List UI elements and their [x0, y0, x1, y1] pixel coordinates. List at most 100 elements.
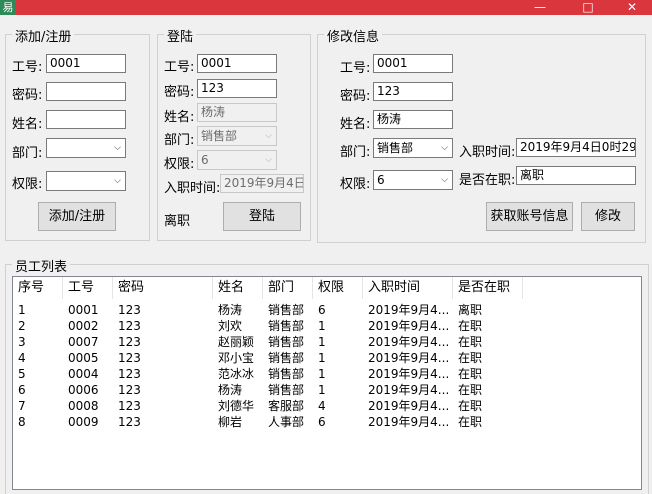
- table-cell: 柳岩: [218, 415, 243, 429]
- table-cell: 123: [118, 383, 141, 397]
- table-cell: 刘德华: [218, 399, 255, 413]
- register-perm-select[interactable]: ⌵: [46, 171, 126, 191]
- maximize-button[interactable]: □: [568, 0, 608, 15]
- table-cell: 刘欢: [218, 319, 243, 333]
- table-cell: 在职: [458, 351, 483, 365]
- login-status-text: 离职: [164, 214, 191, 229]
- table-cell: 0009: [68, 415, 99, 429]
- table-row[interactable]: 2 0002 123 刘欢 销售部 1 2019年9月4... 在职: [13, 318, 533, 334]
- register-name-label: 姓名:: [12, 117, 43, 132]
- modify-password-label: 密码:: [340, 89, 371, 104]
- chevron-down-icon: ⌵: [114, 176, 121, 186]
- login-password-input[interactable]: 123: [197, 79, 277, 98]
- chevron-down-icon: ⌵: [265, 131, 272, 141]
- table-cell: 在职: [458, 415, 483, 429]
- table-row[interactable]: 1 0001 123 杨涛 销售部 6 2019年9月4... 离职: [13, 302, 533, 318]
- table-cell: 0007: [68, 335, 99, 349]
- register-password-input[interactable]: [46, 82, 126, 101]
- register-id-input[interactable]: 0001: [46, 54, 126, 73]
- table-cell: 2019年9月4...: [368, 399, 450, 413]
- table-cell: 123: [118, 415, 141, 429]
- table-cell: 6: [318, 415, 326, 429]
- column-header-dept[interactable]: 部门: [263, 277, 313, 299]
- table-cell: 在职: [458, 367, 483, 381]
- table-cell: 4: [18, 351, 26, 365]
- modify-dept-value: 销售部: [377, 141, 414, 155]
- table-cell: 6: [318, 303, 326, 317]
- table-cell: 2019年9月4...: [368, 351, 450, 365]
- table-cell: 2019年9月4...: [368, 303, 450, 317]
- column-header-id[interactable]: 工号: [63, 277, 113, 299]
- table-row[interactable]: 6 0006 123 杨涛 销售部 1 2019年9月4... 在职: [13, 382, 533, 398]
- table-row[interactable]: 8 0009 123 柳岩 人事部 6 2019年9月4... 在职: [13, 414, 533, 430]
- table-cell: 1: [318, 335, 326, 349]
- employee-listview[interactable]: 序号 工号 密码 姓名 部门 权限 入职时间 是否在职 1 0001 123 杨涛销售…: [12, 276, 642, 490]
- table-cell: 范冰冰: [218, 367, 255, 381]
- table-cell: 123: [118, 367, 141, 381]
- login-id-input[interactable]: 0001: [197, 54, 277, 73]
- modify-id-input[interactable]: 0001: [373, 54, 453, 73]
- login-name-label: 姓名:: [164, 110, 195, 125]
- table-cell: 人事部: [268, 415, 305, 429]
- table-cell: 1: [318, 383, 326, 397]
- chevron-down-icon: ⌵: [441, 143, 448, 153]
- table-cell: 3: [18, 335, 26, 349]
- table-row[interactable]: 7 0008 123 刘德华 客服部 4 2019年9月4... 在职: [13, 398, 533, 414]
- table-cell: 1: [18, 303, 26, 317]
- login-button[interactable]: 登陆: [223, 202, 301, 231]
- column-header-hire-time[interactable]: 入职时间: [363, 277, 453, 299]
- column-header-permission[interactable]: 权限: [313, 277, 363, 299]
- login-dept-value: 销售部: [201, 129, 238, 143]
- login-group-title: 登陆: [164, 26, 197, 45]
- column-header-index[interactable]: 序号: [13, 277, 63, 299]
- table-cell: 在职: [458, 335, 483, 349]
- table-row[interactable]: 3 0007 123 赵丽颖 销售部 1 2019年9月4... 在职: [13, 334, 533, 350]
- modify-password-input[interactable]: 123: [373, 82, 453, 101]
- table-cell: 0001: [68, 303, 99, 317]
- register-dept-select[interactable]: ⌵: [46, 138, 126, 158]
- table-cell: 2019年9月4...: [368, 335, 450, 349]
- table-cell: 销售部: [268, 335, 305, 349]
- table-cell: 在职: [458, 383, 483, 397]
- login-perm-label: 权限:: [164, 157, 195, 172]
- table-cell: 0008: [68, 399, 99, 413]
- modify-button[interactable]: 修改: [581, 202, 635, 231]
- chevron-down-icon: ⌵: [441, 175, 448, 185]
- register-perm-label: 权限:: [12, 177, 43, 192]
- table-cell: 2019年9月4...: [368, 367, 450, 381]
- table-cell: 邓小宝: [218, 351, 255, 365]
- modify-perm-select[interactable]: 6 ⌵: [373, 170, 453, 190]
- column-header-name[interactable]: 姓名: [213, 277, 263, 299]
- modify-hire-input[interactable]: 2019年9月4日0时29分!: [516, 138, 636, 157]
- login-password-label: 密码:: [164, 85, 195, 100]
- modify-dept-label: 部门:: [340, 145, 371, 160]
- modify-status-input[interactable]: 离职: [516, 166, 636, 185]
- login-dept-label: 部门:: [164, 133, 195, 148]
- table-cell: 8: [18, 415, 26, 429]
- table-cell: 在职: [458, 319, 483, 333]
- register-group-title: 添加/注册: [12, 26, 75, 45]
- modify-id-label: 工号:: [340, 61, 371, 76]
- column-header-status[interactable]: 是否在职: [453, 277, 523, 299]
- login-perm-value: 6: [201, 153, 209, 167]
- column-header-password[interactable]: 密码: [113, 277, 213, 299]
- modify-dept-select[interactable]: 销售部 ⌵: [373, 138, 453, 158]
- table-cell: 2019年9月4...: [368, 415, 450, 429]
- register-button[interactable]: 添加/注册: [38, 202, 116, 231]
- table-cell: 杨涛: [218, 303, 243, 317]
- table-cell: 客服部: [268, 399, 305, 413]
- table-cell: 2019年9月4...: [368, 383, 450, 397]
- table-row[interactable]: 5 0004 123 范冰冰 销售部 1 2019年9月4... 在职: [13, 366, 533, 382]
- login-perm-select: 6 ⌵: [197, 150, 277, 170]
- close-button[interactable]: ✕: [612, 0, 652, 15]
- modify-name-input[interactable]: 杨涛: [373, 110, 453, 129]
- table-cell: 销售部: [268, 319, 305, 333]
- modify-perm-label: 权限:: [340, 177, 371, 192]
- table-cell: 2019年9月4...: [368, 319, 450, 333]
- table-cell: 销售部: [268, 351, 305, 365]
- get-account-info-button[interactable]: 获取账号信息: [486, 202, 573, 231]
- register-name-input[interactable]: [46, 110, 126, 129]
- table-cell: 5: [18, 367, 26, 381]
- minimize-button[interactable]: —: [520, 0, 560, 15]
- table-row[interactable]: 4 0005 123 邓小宝 销售部 1 2019年9月4... 在职: [13, 350, 533, 366]
